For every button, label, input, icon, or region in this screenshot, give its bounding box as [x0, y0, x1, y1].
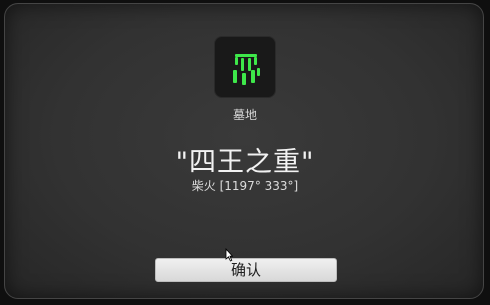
location-title: "四王之重" — [175, 147, 315, 178]
confirm-button[interactable]: 确认 — [155, 258, 337, 282]
mouse-cursor-icon — [225, 248, 233, 262]
location-dialog: 墓地 "四王之重" 柴火 [1197° 333°] 确认 — [4, 3, 484, 299]
grave-marker-icon — [214, 36, 276, 98]
place-label: 墓地 — [232, 108, 257, 122]
location-coordinates: 柴火 [1197° 333°] — [191, 179, 299, 193]
